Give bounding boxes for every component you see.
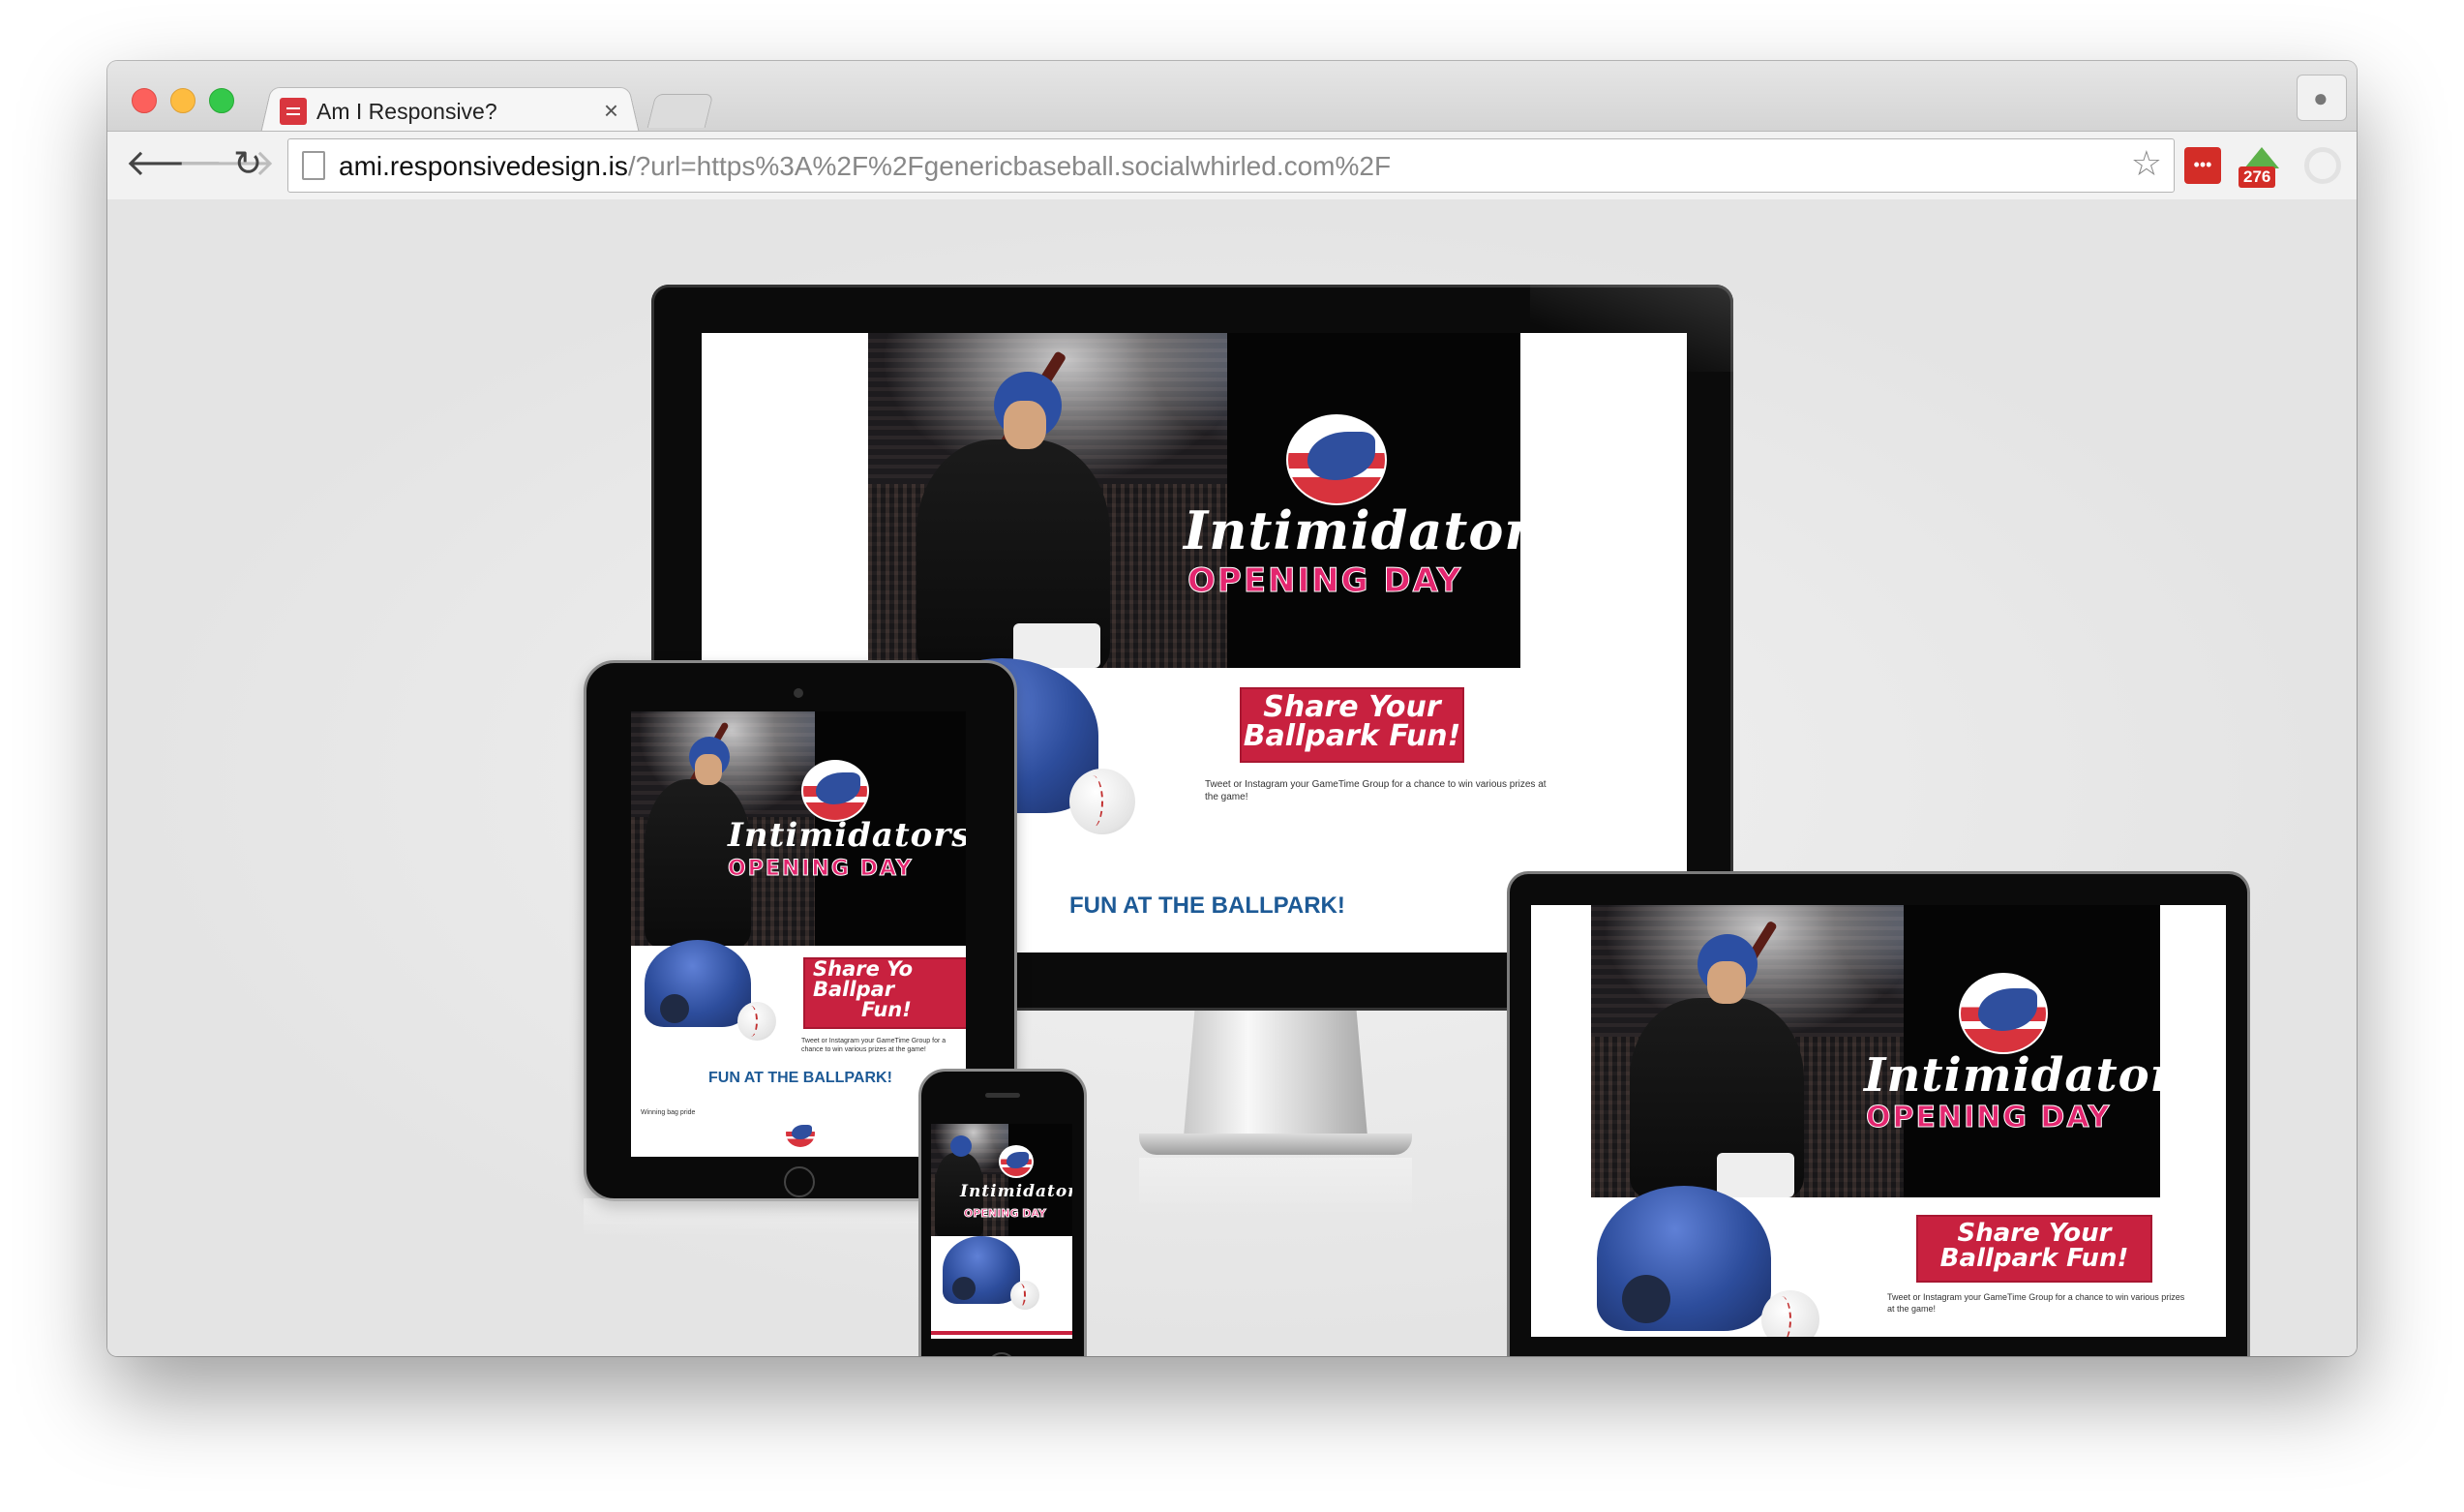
tab-strip: Am I Responsive? × ● [107, 61, 2357, 134]
tab-title: Am I Responsive? [316, 99, 497, 124]
url-path: /?url=https%3A%2F%2Fgenericbaseball.soci… [627, 151, 1392, 181]
team-logo-icon [1286, 414, 1387, 505]
tablet-camera [794, 688, 803, 698]
sync-extension-icon[interactable] [2304, 147, 2341, 184]
close-window-button[interactable] [132, 88, 157, 113]
event-title: OPENING DAY [728, 857, 914, 882]
event-title: OPENING DAY [1187, 561, 1463, 601]
tablet-caption: Winning bag pride [641, 1109, 696, 1116]
team-name: Intimidators [960, 1182, 1072, 1201]
phone-screen[interactable]: Intimidators OPENING DAY [931, 1124, 1072, 1339]
zoom-window-button[interactable] [209, 88, 234, 113]
share-button[interactable]: Share Your Ballpark Fun! [1240, 687, 1464, 763]
triangle-icon [2244, 147, 2279, 168]
tablet-hero-banner: Intimidators OPENING DAY [631, 711, 966, 946]
share-description: Tweet or Instagram your GameTime Group f… [1205, 779, 1547, 802]
share-description: Tweet or Instagram your GameTime Group f… [801, 1038, 947, 1054]
extension-badge-count: 276 [2239, 166, 2276, 188]
desktop-hero-banner: Intimidators OPENING DAY [868, 333, 1520, 668]
lastpass-dots: ••• [2193, 155, 2212, 174]
browser-window: Am I Responsive? × ● 🡐 🡒 ↻ ami.responsiv… [107, 61, 2357, 1356]
monitor-stand [1184, 1011, 1367, 1136]
baseball-image [737, 1002, 776, 1041]
person-icon: ● [2313, 83, 2329, 112]
laptop-hero-banner: Intimidators OPENING DAY [1591, 905, 2160, 1197]
team-logo-icon [999, 1145, 1034, 1178]
tablet-screen[interactable]: Intimidators OPENING DAY Share Yo Ballpa… [631, 711, 966, 1157]
share-line-1: Share Yo [813, 957, 914, 981]
new-tab-button[interactable] [646, 94, 714, 128]
share-line-2: Ballpar [813, 978, 895, 1001]
share-line-3: Fun! [861, 998, 912, 1021]
baseball-image [1761, 1290, 1819, 1337]
address-bar[interactable]: ami.responsivedesign.is/?url=https%3A%2F… [287, 138, 2175, 193]
laptop-screen[interactable]: Intimidators OPENING DAY Share Your Ball… [1531, 905, 2226, 1337]
share-button[interactable]: Share Your Ballpark Fun! [1916, 1215, 2152, 1283]
share-line-1: Share Your [1263, 690, 1441, 724]
footer-logo-icon [784, 1118, 817, 1149]
phone-speaker [985, 1093, 1020, 1098]
baseball-image [1010, 1281, 1039, 1310]
share-description: Tweet or Instagram your GameTime Group f… [1887, 1292, 2185, 1314]
team-name: Intimidators [1184, 499, 1520, 561]
share-button[interactable]: Share Yo Ballpar Fun! [803, 957, 966, 1029]
tab-content: Am I Responsive? × [280, 90, 628, 129]
browser-toolbar: 🡐 🡒 ↻ ami.responsivedesign.is/?url=https… [107, 131, 2357, 200]
fun-heading: FUN AT THE BALLPARK! [708, 1070, 892, 1086]
share-line-2: Ballpark Fun! [1939, 1244, 2129, 1273]
phone-hero-banner: Intimidators OPENING DAY [931, 1124, 1072, 1236]
team-logo-icon [801, 760, 869, 822]
team-logo-icon [1959, 973, 2048, 1054]
baseball-image [1069, 769, 1135, 834]
url-text[interactable]: ami.responsivedesign.is/?url=https%3A%2F… [339, 151, 1391, 182]
bookmark-star-icon[interactable]: ☆ [2131, 143, 2162, 184]
page-icon [302, 151, 325, 180]
phone-home-button [987, 1352, 1016, 1356]
team-name: Intimidators [1864, 1048, 2160, 1103]
minimize-window-button[interactable] [170, 88, 195, 113]
laptop-device: Intimidators OPENING DAY Share Your Ball… [1507, 871, 2250, 1356]
event-title: OPENING DAY [964, 1207, 1047, 1221]
fun-heading: FUN AT THE BALLPARK! [1069, 892, 1345, 919]
tab-close-button[interactable]: × [604, 96, 618, 126]
lastpass-extension-icon[interactable]: ••• [2184, 147, 2221, 184]
page-viewport: Intimidators OPENING DAY Share Your Ball… [107, 199, 2357, 1356]
helmet-image [645, 940, 751, 1027]
favicon-icon [280, 98, 307, 125]
reload-button[interactable]: ↻ [233, 139, 262, 188]
helmet-image [1597, 1186, 1771, 1331]
profile-button[interactable]: ● [2297, 75, 2347, 121]
phone-device: Intimidators OPENING DAY [918, 1069, 1087, 1356]
feed-extension-icon[interactable]: 276 [2239, 147, 2279, 188]
monitor-stand-foot [1139, 1134, 1412, 1155]
share-line-1: Share Your [1957, 1219, 2112, 1248]
team-name: Intimidators [728, 816, 966, 855]
event-title: OPENING DAY [1865, 1101, 2112, 1135]
helmet-image [943, 1236, 1020, 1304]
tablet-home-button [784, 1166, 815, 1197]
share-line-2: Ballpark Fun! [1243, 719, 1461, 753]
url-host: ami.responsivedesign.is [339, 151, 628, 181]
